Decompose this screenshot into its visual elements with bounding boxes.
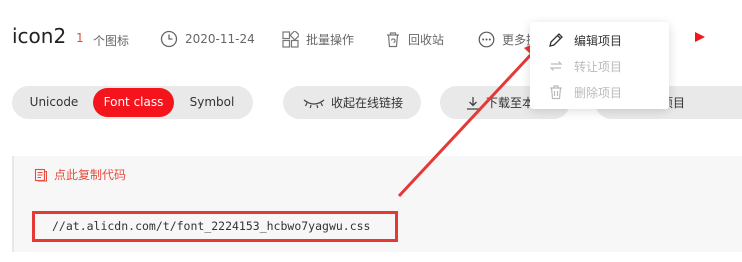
menu-item-edit-project[interactable]: 编辑项目 <box>530 27 669 53</box>
grid-icon <box>282 30 299 48</box>
more-icon <box>478 31 495 47</box>
clock-icon <box>160 30 178 48</box>
recycle-bin-button[interactable]: 回收站 <box>385 30 444 48</box>
trash-icon <box>550 85 562 100</box>
batch-operation-button[interactable]: 批量操作 <box>282 30 354 48</box>
download-icon <box>467 96 479 110</box>
play-icon[interactable] <box>694 31 706 43</box>
batch-operation-label: 批量操作 <box>306 32 355 47</box>
transfer-icon <box>549 61 563 71</box>
project-title: icon2 <box>12 24 67 48</box>
date-meta: 2020-11-24 <box>160 30 255 48</box>
menu-item-transfer-project[interactable]: 转让项目 <box>530 53 669 79</box>
code-format-tabs: Unicode Font class Symbol <box>12 86 253 119</box>
icon-count-label: 个图标 <box>93 34 130 48</box>
icon-count: 1 <box>76 31 84 45</box>
download-label: 下载至本 <box>486 96 535 110</box>
recycle-bin-label: 回收站 <box>408 32 445 47</box>
collapse-online-link-button[interactable]: 收起在线链接 <box>283 86 421 119</box>
tab-symbol[interactable]: Symbol <box>175 88 249 117</box>
css-link-url[interactable]: //at.alicdn.com/t/font_2224153_hcbwo7yag… <box>32 211 398 242</box>
more-operations-menu: 编辑项目 转让项目 删除项目 <box>530 22 669 109</box>
menu-item-label: 转让项目 <box>574 59 623 74</box>
copy-code-link[interactable]: 点此复制代码 <box>34 166 126 183</box>
collapse-online-link-label: 收起在线链接 <box>331 96 404 110</box>
tab-font-class[interactable]: Font class <box>93 88 174 117</box>
menu-item-delete-project[interactable]: 删除项目 <box>530 79 669 105</box>
project-date: 2020-11-24 <box>185 32 255 46</box>
menu-item-label: 编辑项目 <box>574 33 623 48</box>
recycle-bin-icon <box>387 31 399 47</box>
eye-closed-icon <box>303 98 325 108</box>
copy-code-label: 点此复制代码 <box>54 168 127 182</box>
menu-item-label: 删除项目 <box>574 85 623 100</box>
more-operations-button[interactable]: 更多操 <box>478 30 538 48</box>
copy-icon <box>34 168 47 181</box>
pencil-icon <box>549 33 563 47</box>
tab-unicode[interactable]: Unicode <box>16 88 92 117</box>
